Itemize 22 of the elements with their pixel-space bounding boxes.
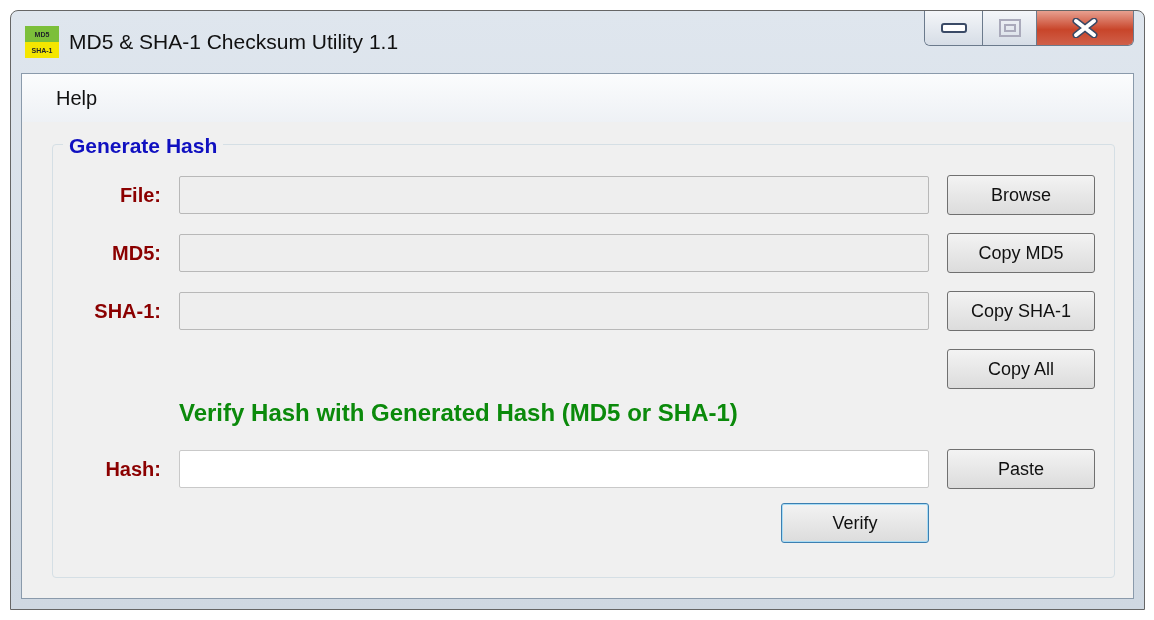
field-label: MD5: xyxy=(111,241,161,266)
button[interactable]: Paste xyxy=(947,449,1095,489)
text-field[interactable] xyxy=(179,234,929,272)
copy-all-button[interactable]: Copy All xyxy=(947,349,1095,389)
menu-item[interactable]: Help xyxy=(56,83,98,113)
window-title: MD5 & SHA-1 Checksum Utility 1.1 xyxy=(69,29,399,56)
maximize-icon xyxy=(998,19,1021,37)
verify-button[interactable]: Verify xyxy=(781,503,929,543)
button[interactable]: Browse xyxy=(947,175,1095,215)
section-heading: Verify Hash with Generated Hash (MD5 or SHA-1) xyxy=(179,398,739,428)
text-field[interactable] xyxy=(179,292,929,330)
close-icon xyxy=(1072,18,1098,38)
text-field[interactable] xyxy=(179,176,929,214)
field-label: File: xyxy=(118,183,161,208)
minimize-icon xyxy=(940,23,967,33)
text-field[interactable] xyxy=(179,450,929,488)
button[interactable]: Copy MD5 xyxy=(947,233,1095,273)
minimize-button[interactable] xyxy=(925,11,983,45)
close-button[interactable] xyxy=(1037,11,1133,45)
field-label: Hash: xyxy=(104,457,161,482)
field-label: SHA-1: xyxy=(93,299,161,324)
button[interactable]: Copy SHA-1 xyxy=(947,291,1095,331)
